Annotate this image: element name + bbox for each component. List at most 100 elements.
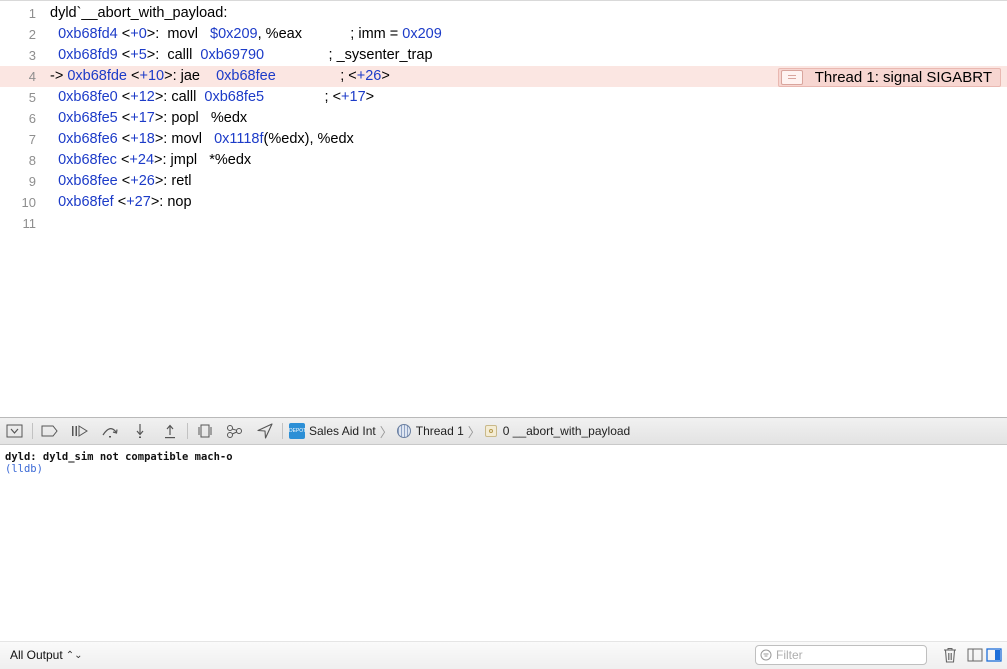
instruction-address: 0xb68fde [67, 68, 127, 84]
continue-button[interactable] [65, 418, 95, 444]
operand-value: +17 [341, 89, 366, 105]
line-number: 5 [28, 90, 36, 105]
output-filter-select[interactable]: All Output ⌃⌄ [10, 648, 82, 662]
instruction-address: 0xb68fd4 [58, 26, 118, 42]
code-line[interactable]: 1 dyld`__abort_with_payload: [0, 3, 1007, 24]
continue-icon [72, 425, 88, 437]
operand-value: 0x1118f [214, 131, 264, 147]
instruction-token: >: nop [150, 194, 192, 210]
lldb-prompt[interactable]: (lldb) [5, 463, 1002, 475]
instruction-token: , %eax ; imm = [257, 26, 403, 42]
step-over-button[interactable] [95, 418, 125, 444]
step-out-icon [165, 424, 175, 439]
instruction-token: < [117, 26, 131, 42]
instruction-text: dyld`__abort_with_payload: [50, 3, 227, 24]
up-down-chevron-icon: ⌃⌄ [65, 649, 83, 661]
instruction-token: < [117, 131, 131, 147]
instruction-text: 0xb68fe6 <+18>: movl 0x1118f(%edx), %edx [50, 129, 354, 150]
breadcrumb-chevron-icon: 〉 [467, 424, 481, 440]
code-line[interactable]: 9 0xb68fee <+26>: retl [0, 171, 1007, 192]
instruction-token: >: jae [164, 68, 217, 84]
thread-icon [396, 424, 411, 438]
right-pane-icon [986, 648, 1002, 662]
instruction-address: 0xb68fef [58, 194, 114, 210]
current-instruction-line[interactable]: 4 -> 0xb68fde <+10>: jae 0xb68fee ; <+26>… [0, 66, 1007, 87]
instruction-address: 0xb68fe0 [58, 89, 118, 105]
separator [32, 423, 33, 439]
view-hierarchy-button[interactable] [190, 418, 220, 444]
line-number: 1 [28, 6, 36, 21]
line-number: 8 [28, 153, 36, 168]
annotation-badge-icon [780, 70, 803, 85]
breadcrumb-thread[interactable]: Thread 1 [396, 418, 464, 444]
separator [187, 423, 188, 439]
left-pane-icon [967, 648, 983, 662]
instruction-text: 0xb68fd9 <+5>: calll 0xb69790 ; _sysente… [50, 45, 432, 66]
breadcrumb-thread-label: Thread 1 [415, 424, 464, 438]
instruction-text: 0xb68fd4 <+0>: movl $0x209, %eax ; imm =… [50, 24, 442, 45]
code-line[interactable]: 10 0xb68fef <+27>: nop [0, 192, 1007, 213]
output-filter-label: All Output [10, 648, 63, 662]
panel-down-icon [6, 424, 23, 438]
code-line[interactable]: 2 0xb68fd4 <+0>: movl $0x209, %eax ; imm… [0, 24, 1007, 45]
show-variables-view-button[interactable] [966, 646, 984, 664]
breadcrumb-app[interactable]: DEPOT Sales Aid Int [289, 418, 376, 444]
code-line[interactable]: 11 [0, 213, 1007, 234]
instruction-token: > [365, 89, 375, 105]
line-number: 3 [28, 48, 36, 63]
instruction-token: -> [50, 68, 68, 84]
operand-value: 0xb69790 [200, 47, 265, 63]
instruction-text: 0xb68fe0 <+12>: calll 0xb68fe5 ; <+17> [50, 87, 374, 108]
code-line[interactable]: 7 0xb68fe6 <+18>: movl 0x1118f(%edx), %e… [0, 129, 1007, 150]
editor-top-border [0, 0, 1007, 1]
instruction-token: >: calll [154, 89, 205, 105]
debug-console[interactable]: dyld: dyld_sim not compatible mach-o (ll… [0, 445, 1007, 641]
line-number: 7 [28, 132, 36, 147]
disassembly-editor[interactable]: 1 dyld`__abort_with_payload: 2 0xb68fd4 <+… [0, 0, 1007, 417]
breakpoint-icon [41, 425, 58, 437]
code-line[interactable]: 8 0xb68fec <+24>: jmpl *%edx [0, 150, 1007, 171]
location-arrow-icon [257, 423, 273, 439]
line-number: 4 [28, 69, 36, 84]
operand-value: $0x209 [210, 26, 258, 42]
code-line[interactable]: 6 0xb68fe5 <+17>: popl %edx [0, 108, 1007, 129]
console-filter-field[interactable] [755, 645, 927, 665]
simulate-location-button[interactable] [250, 418, 280, 444]
operand-value: +17 [130, 110, 155, 126]
step-into-button[interactable] [125, 418, 155, 444]
line-number: 6 [28, 111, 36, 126]
hide-debug-area-button[interactable] [0, 418, 30, 444]
code-line[interactable]: 5 0xb68fe0 <+12>: calll 0xb68fe5 ; <+17> [0, 87, 1007, 108]
operand-value: +18 [130, 131, 155, 147]
memory-graph-button[interactable] [220, 418, 250, 444]
console-footer: All Output ⌃⌄ [0, 641, 1007, 669]
operand-value: +26 [130, 173, 155, 189]
step-out-button[interactable] [155, 418, 185, 444]
instruction-token: >: calll [146, 47, 201, 63]
breadcrumb-frame[interactable]: 0 __abort_with_payload [484, 418, 631, 444]
breadcrumb-frame-label: 0 __abort_with_payload [502, 424, 631, 438]
instruction-token [50, 47, 58, 63]
app-icon: DEPOT [289, 423, 305, 439]
filter-input[interactable] [774, 647, 918, 663]
instruction-text: -> 0xb68fde <+10>: jae 0xb68fee ; <+26> [50, 66, 390, 87]
separator [282, 423, 283, 439]
instruction-text: 0xb68fec <+24>: jmpl *%edx [50, 150, 251, 171]
instruction-token [50, 152, 58, 168]
breakpoints-toggle-button[interactable] [35, 418, 65, 444]
instruction-address: 0xb68fe6 [58, 131, 118, 147]
operand-value: +0 [130, 26, 147, 42]
instruction-token [50, 173, 58, 189]
debug-bar: DEPOT Sales Aid Int 〉 Thread 1 〉 0 __abo… [0, 417, 1007, 445]
instruction-token [50, 26, 58, 42]
show-console-view-button[interactable] [985, 646, 1003, 664]
code-line[interactable]: 3 0xb68fd9 <+5>: calll 0xb69790 ; _sysen… [0, 45, 1007, 66]
instruction-address: 0xb68fe5 [58, 110, 118, 126]
instruction-token: ; < [275, 68, 357, 84]
instruction-token: < [116, 152, 130, 168]
thread-signal-annotation[interactable]: Thread 1: signal SIGABRT [777, 68, 1001, 87]
clear-console-button[interactable] [941, 646, 959, 664]
instruction-address: 0xb68fd9 [58, 47, 118, 63]
instruction-token: dyld`__abort_with_payload: [50, 5, 228, 21]
breadcrumb-app-label: Sales Aid Int [309, 424, 376, 438]
